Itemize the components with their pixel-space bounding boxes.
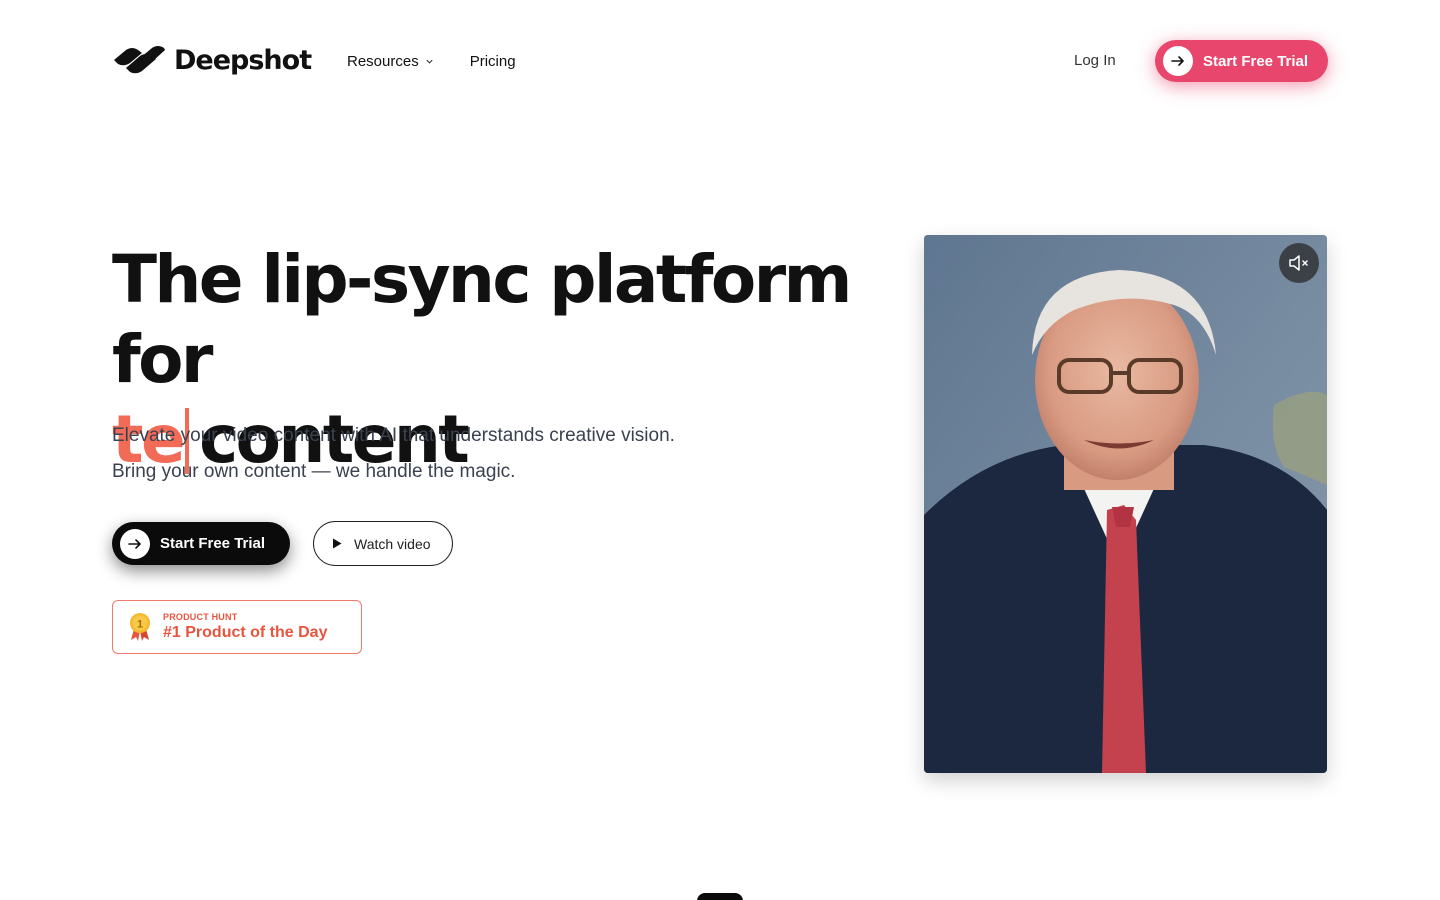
button-label: Start Free Trial bbox=[160, 535, 266, 552]
arrow-right-icon bbox=[120, 528, 150, 559]
nav-item-pricing[interactable]: Pricing bbox=[470, 51, 516, 71]
hero-video[interactable] bbox=[924, 235, 1327, 773]
speaker-muted-icon bbox=[1289, 255, 1308, 271]
play-icon bbox=[333, 538, 342, 549]
bottom-section-peek bbox=[697, 893, 743, 900]
site-header: Deepshot Resources Pricing Log In Start … bbox=[0, 0, 1440, 122]
mute-toggle-button[interactable] bbox=[1279, 243, 1319, 283]
start-free-trial-button[interactable]: Start Free Trial bbox=[112, 522, 290, 565]
nav-item-label: Resources bbox=[347, 52, 419, 70]
nav-item-resources[interactable]: Resources bbox=[347, 51, 434, 71]
badge-label-big: #1 Product of the Day bbox=[163, 624, 328, 641]
brand-logo[interactable]: Deepshot bbox=[112, 44, 312, 76]
nav-item-label: Pricing bbox=[469, 52, 516, 70]
deepshot-logo-icon bbox=[114, 46, 165, 74]
hero-title-line1: The lip-sync platform for bbox=[112, 241, 852, 398]
watch-video-button[interactable]: Watch video bbox=[313, 521, 453, 566]
product-hunt-badge[interactable]: 1 PRODUCT HUNT #1 Product of the Day bbox=[112, 600, 362, 654]
video-frame bbox=[924, 235, 1327, 773]
login-link[interactable]: Log In bbox=[1074, 52, 1116, 69]
subtitle-line: Bring your own content — we handle the m… bbox=[112, 461, 516, 482]
medal-icon: 1 bbox=[130, 613, 150, 641]
main-nav: Resources Pricing bbox=[347, 51, 516, 71]
badge-texts: PRODUCT HUNT #1 Product of the Day bbox=[163, 612, 327, 642]
chevron-down-icon bbox=[426, 59, 433, 64]
brand-name: Deepshot bbox=[174, 44, 312, 76]
badge-label-small: PRODUCT HUNT bbox=[163, 612, 238, 622]
button-label: Start Free Trial bbox=[1203, 52, 1309, 70]
hero-subtitle: Elevate your video content with AI that … bbox=[112, 418, 812, 490]
subtitle-line: Elevate your video content with AI that … bbox=[112, 425, 675, 446]
arrow-right-icon bbox=[1163, 46, 1193, 76]
medal-number: 1 bbox=[137, 619, 143, 631]
button-label: Watch video bbox=[354, 535, 431, 552]
header-start-trial-button[interactable]: Start Free Trial bbox=[1155, 40, 1328, 82]
